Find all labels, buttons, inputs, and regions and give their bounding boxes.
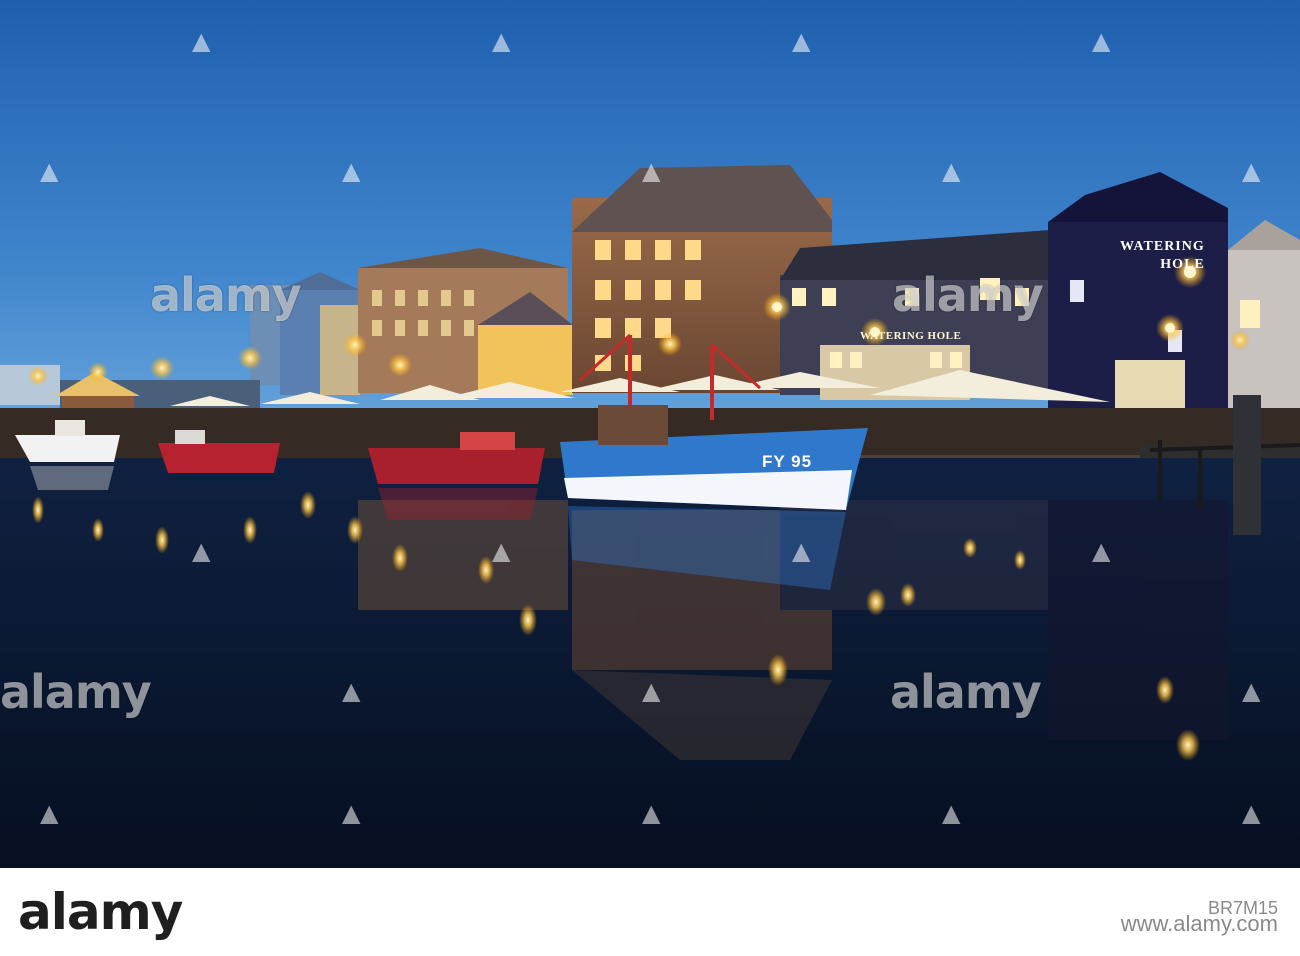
watermark-mark-icon: ▲ [342, 799, 361, 827]
watermark-mark-icon: ▲ [40, 157, 59, 185]
watermark-mark-icon: ▲ [642, 157, 661, 185]
watermark-mark-icon: ▲ [40, 799, 59, 827]
watermark-mark-icon: ▲ [492, 537, 511, 565]
navy-tower [1048, 172, 1228, 415]
watermark-mark-icon: ▲ [342, 677, 361, 705]
watermark-mark-icon: ▲ [1242, 799, 1261, 827]
watermark-mark-icon: ▲ [1092, 537, 1111, 565]
watermark-mark-icon: ▲ [942, 157, 961, 185]
watermark: alamy [892, 268, 1044, 322]
harbour-photo [0, 0, 1300, 868]
alamy-logo[interactable]: alamy [18, 886, 183, 938]
watermark: alamy [0, 665, 152, 719]
pub-sign-line1: WATERING [1120, 239, 1205, 254]
watermark-mark-icon: ▲ [792, 537, 811, 565]
watermark-mark-icon: ▲ [492, 27, 511, 55]
watermark: alamy [890, 665, 1042, 719]
footer-bar: alamy BR7M15 www.alamy.com [0, 868, 1300, 956]
watermark-mark-icon: ▲ [342, 157, 361, 185]
watermark-mark-icon: ▲ [1242, 677, 1261, 705]
right-ornate-building [1228, 220, 1300, 420]
watermark-mark-icon: ▲ [642, 799, 661, 827]
pub-sign-line2: HOLE [1160, 257, 1205, 272]
watermark-mark-icon: ▲ [1242, 157, 1261, 185]
watermark-mark-icon: ▲ [792, 27, 811, 55]
credit-line[interactable]: www.alamy.com [1121, 912, 1278, 936]
watermark-mark-icon: ▲ [642, 677, 661, 705]
watermark-mark-icon: ▲ [1092, 27, 1111, 55]
pub-facade-sign: WATERING HOLE [860, 330, 962, 342]
watermark-mark-icon: ▲ [192, 27, 211, 55]
harbour-scene [0, 0, 1300, 868]
pub-sign: WATERING HOLE [1120, 238, 1205, 274]
watermark-mark-icon: ▲ [192, 537, 211, 565]
boat-registration: FY 95 [762, 452, 813, 471]
parking-meter [1233, 395, 1261, 535]
watermark: alamy [150, 268, 302, 322]
watermark-mark-icon: ▲ [942, 799, 961, 827]
